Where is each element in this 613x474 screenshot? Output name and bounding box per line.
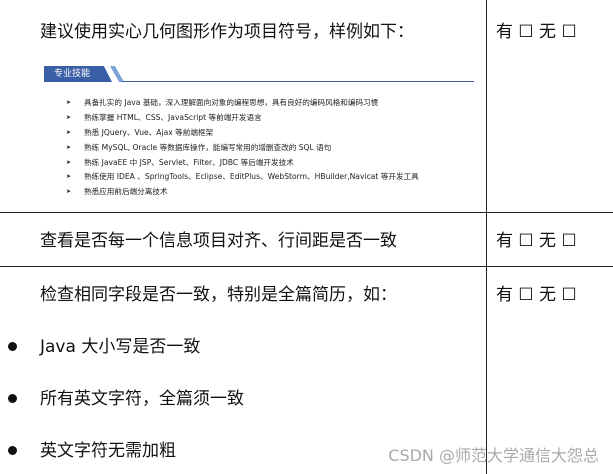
row-divider — [0, 212, 613, 213]
section-title: 专业技能 — [44, 66, 112, 82]
skill-item: ➤ 熟悉 JQuery、Vue、Ajax 等前端框架 — [44, 126, 419, 141]
row-1-text: 建议使用实心几何图形作为项目符号，样例如下： — [40, 22, 414, 42]
skill-item: ➤ 熟练使用 IDEA 、SpringTools、Eclipse、EditPlus… — [44, 170, 419, 185]
arrow-bullet-icon: ➤ — [66, 143, 72, 151]
watermark: CSDN @师范大学通信大怨总 — [388, 446, 599, 465]
row-2-choice[interactable]: 有 ☐ 无 ☐ — [496, 231, 577, 251]
bullet-dot-icon — [8, 394, 17, 403]
row-3-choice[interactable]: 有 ☐ 无 ☐ — [496, 285, 577, 305]
skill-item: ➤ 熟悉应用前后端分离技术 — [44, 185, 419, 200]
bullet-item: Java 大小写是否一致 — [40, 337, 201, 357]
row-2-text: 查看是否每一个信息项目对齐、行间距是否一致 — [40, 231, 397, 251]
arrow-bullet-icon: ➤ — [66, 158, 72, 166]
resume-sample-image: 专业技能 ➤ 具备扎实的 Java 基础，深入理解面向对象的编程思想，具有良好的编… — [44, 64, 474, 204]
bullet-item: 英文字符无需加粗 — [40, 441, 176, 461]
skills-list: ➤ 具备扎实的 Java 基础，深入理解面向对象的编程思想，具有良好的编码风格和编… — [44, 96, 419, 200]
arrow-bullet-icon: ➤ — [66, 128, 72, 136]
arrow-bullet-icon: ➤ — [66, 113, 72, 121]
bullet-dot-icon — [8, 446, 17, 455]
skill-item: ➤ 熟练掌握 HTML、CSS、JavaScript 等前端开发语言 — [44, 111, 419, 126]
row-1-choice[interactable]: 有 ☐ 无 ☐ — [496, 22, 577, 42]
arrow-bullet-icon: ➤ — [66, 188, 72, 196]
skill-item: ➤ 熟练 JavaEE 中 JSP、Servlet、Filter、JDBC 等后端… — [44, 156, 419, 171]
section-rule — [122, 81, 474, 82]
row-divider — [0, 266, 613, 267]
skill-item: ➤ 熟练 MySQL, Oracle 等数据库操作，能编写常用的增删查改的 SQL… — [44, 141, 419, 156]
section-tab-accent — [110, 66, 124, 82]
bullet-dot-icon — [8, 342, 17, 351]
row-3-text: 检查相同字段是否一致，特别是全篇简历，如： — [40, 285, 397, 305]
arrow-bullet-icon: ➤ — [66, 99, 72, 106]
skill-item: ➤ 具备扎实的 Java 基础，深入理解面向对象的编程思想，具有良好的编码风格和编… — [44, 96, 419, 111]
bullet-item: 所有英文字符，全篇须一致 — [40, 389, 244, 409]
column-divider — [486, 0, 487, 474]
arrow-bullet-icon: ➤ — [66, 173, 72, 181]
